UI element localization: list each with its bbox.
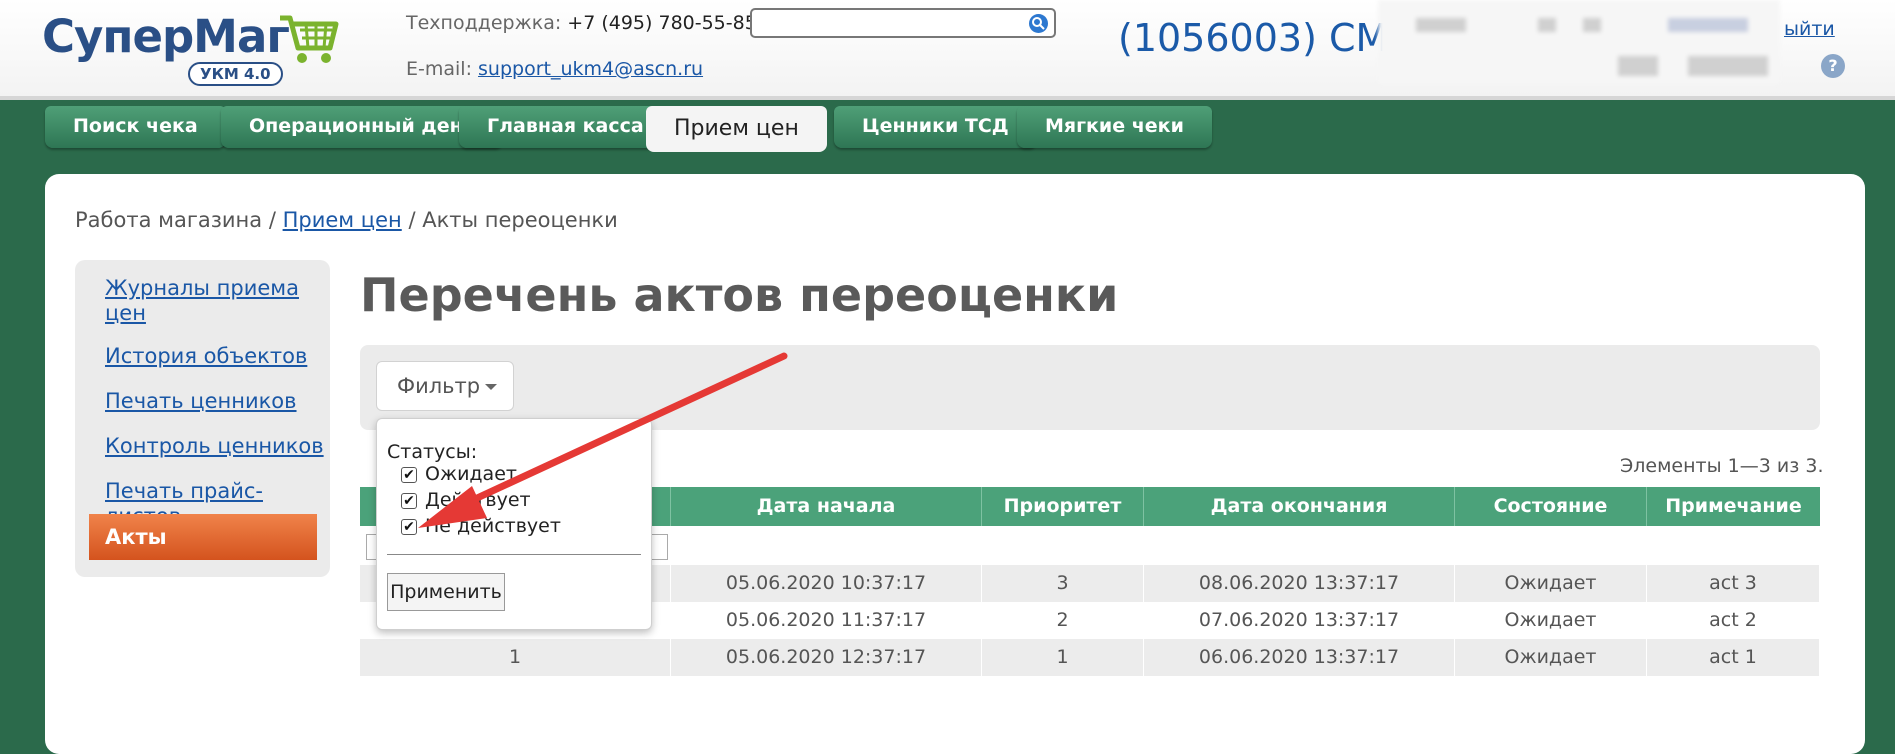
support-phone: +7 (495) 780-55-85	[567, 12, 757, 34]
cell-note: act 1	[1647, 639, 1820, 676]
sidebar-item-print-labels[interactable]: Печать ценников	[105, 389, 297, 414]
tab-receipt-search[interactable]: Поиск чека	[45, 106, 226, 148]
checkbox-inactive[interactable]: ✔	[401, 519, 417, 535]
filter-button-label: Фильтр	[397, 374, 481, 398]
sidebar-item-label-control[interactable]: Контроль ценников	[105, 434, 324, 459]
column-header-end-date[interactable]: Дата окончания	[1144, 487, 1455, 526]
search-icon[interactable]	[1029, 14, 1048, 33]
breadcrumb-separator: /	[408, 208, 416, 232]
breadcrumb-root: Работа магазина	[75, 208, 263, 232]
breadcrumb-link-price-receiving[interactable]: Прием цен	[283, 208, 402, 232]
cell-status: Ожидает	[1455, 639, 1647, 676]
logo-version-badge: УКМ 4.0	[188, 62, 283, 86]
tab-soft-receipts[interactable]: Мягкие чеки	[1017, 106, 1212, 148]
cell-note: act 2	[1647, 602, 1820, 639]
support-email-line: E-mail: support_ukm4@ascn.ru	[406, 58, 703, 80]
cell-end-date: 06.06.2020 13:37:17	[1144, 639, 1455, 676]
cell-start-date: 05.06.2020 12:37:17	[671, 639, 982, 676]
cell-end-date: 08.06.2020 13:37:17	[1144, 565, 1455, 602]
status-option-label: Действует	[425, 489, 531, 511]
breadcrumb: Работа магазина / Прием цен / Акты перео…	[75, 208, 618, 232]
support-phone-line: Техподдержка: +7 (495) 780-55-85	[406, 12, 757, 34]
apply-button[interactable]: Применить	[387, 573, 505, 611]
breadcrumb-current: Акты переоценки	[422, 208, 618, 232]
status-option-label: Ожидает	[425, 463, 517, 485]
support-email-link[interactable]: support_ukm4@ascn.ru	[478, 58, 703, 80]
support-label: Техподдержка:	[406, 12, 562, 34]
filter-dropdown: Статусы: ✔ Ожидает ✔ Действует ✔ Не дейс…	[376, 418, 652, 630]
cell-number: 1	[360, 639, 671, 676]
email-label: E-mail:	[406, 58, 472, 80]
exit-link[interactable]: ыйти	[1784, 18, 1835, 40]
cell-status: Ожидает	[1455, 565, 1647, 602]
tab-price-receiving[interactable]: Прием цен	[646, 106, 827, 152]
column-header-start-date[interactable]: Дата начала	[671, 487, 982, 526]
help-icon[interactable]: ?	[1821, 54, 1845, 78]
search-input[interactable]	[750, 8, 1056, 38]
logo-text: СуперМаг	[42, 10, 290, 63]
statuses-label: Статусы:	[387, 441, 478, 463]
chevron-down-icon	[485, 384, 497, 390]
cell-status: Ожидает	[1455, 602, 1647, 639]
table-row[interactable]: 1 05.06.2020 12:37:17 1 06.06.2020 13:37…	[360, 639, 1820, 676]
cell-priority: 1	[982, 639, 1144, 676]
cell-priority: 2	[982, 602, 1144, 639]
column-header-priority[interactable]: Приоритет	[982, 487, 1144, 526]
status-option-label: Не действует	[425, 515, 561, 537]
breadcrumb-separator: /	[268, 208, 276, 232]
sidebar-item-object-history[interactable]: История объектов	[105, 344, 307, 369]
sidebar-item-revaluation-acts[interactable]: Акты переоценки	[89, 514, 317, 595]
pagination-count: Элементы 1—3 из 3.	[1620, 455, 1824, 477]
checkbox-waiting[interactable]: ✔	[401, 467, 417, 483]
sidebar-item-price-journals[interactable]: Журналы приема цен	[105, 276, 305, 326]
cell-end-date: 07.06.2020 13:37:17	[1144, 602, 1455, 639]
page-title: Перечень актов переоценки	[360, 268, 1119, 322]
store-id: (1056003) СМ2	[1118, 16, 1413, 60]
column-header-note[interactable]: Примечание	[1647, 487, 1820, 526]
cart-icon	[280, 15, 339, 63]
checkbox-active[interactable]: ✔	[401, 493, 417, 509]
filter-button[interactable]: Фильтр	[376, 361, 514, 411]
cell-note: act 3	[1647, 565, 1820, 602]
divider	[387, 554, 641, 555]
tab-tsd-labels[interactable]: Ценники ТСД	[834, 106, 1037, 148]
cell-priority: 3	[982, 565, 1144, 602]
header: СуперМаг УКМ 4.0 Техподдержка: +7 (495) …	[0, 0, 1895, 100]
cell-start-date: 05.06.2020 11:37:17	[671, 602, 982, 639]
column-header-status[interactable]: Состояние	[1455, 487, 1647, 526]
logo[interactable]: СуперМаг УКМ 4.0	[42, 8, 352, 88]
cell-start-date: 05.06.2020 10:37:17	[671, 565, 982, 602]
sidebar: Журналы приема цен История объектов Печа…	[75, 260, 330, 595]
tab-main-register[interactable]: Главная касса	[459, 106, 672, 148]
redacted-user-info	[1378, 0, 1780, 84]
